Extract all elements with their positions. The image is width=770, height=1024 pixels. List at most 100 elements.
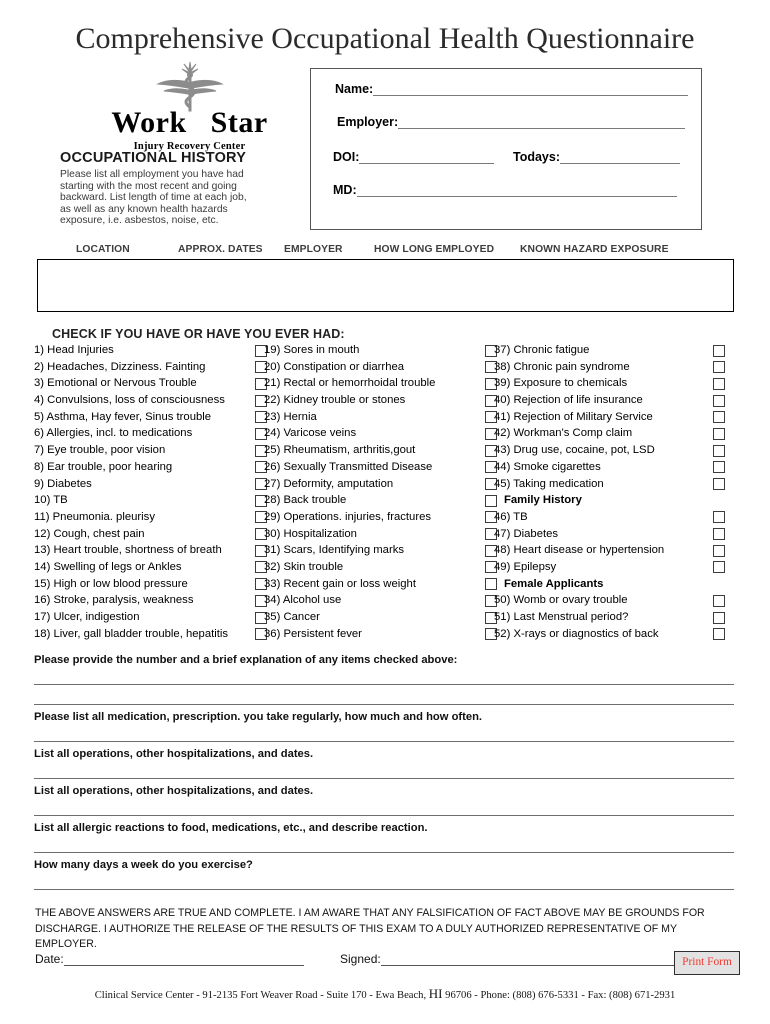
checklist-item-label: 43) Drug use, cocaine, pot, LSD bbox=[494, 444, 655, 457]
checklist-checkbox[interactable] bbox=[713, 377, 725, 390]
checklist-item-label: 29) Operations. injuries, fractures bbox=[264, 510, 432, 523]
checklist-item-label: 39) Exposure to chemicals bbox=[494, 377, 628, 390]
checklist-item-label: 33) Recent gain or loss weight bbox=[264, 577, 416, 590]
question-text: List all operations, other hospitalizati… bbox=[34, 785, 314, 797]
question-block: Please list all medication, prescription… bbox=[34, 711, 734, 742]
checklist-item: 47) Diabetes bbox=[494, 526, 736, 543]
checklist-item: 21) Rectal or hemorrhoidal trouble bbox=[264, 375, 504, 392]
name-row: Name: bbox=[335, 81, 689, 96]
checklist-item-label: 14) Swelling of legs or Ankles bbox=[34, 560, 182, 573]
name-input[interactable] bbox=[373, 81, 689, 96]
checklist-item: 39) Exposure to chemicals bbox=[494, 375, 736, 392]
checklist-checkbox[interactable] bbox=[713, 478, 725, 490]
checklist-item: 48) Heart disease or hypertension bbox=[494, 542, 736, 559]
checklist-item: 19) Sores in mouth bbox=[264, 342, 504, 359]
question-block: List all operations, other hospitalizati… bbox=[34, 785, 734, 816]
checklist-item: 38) Chronic pain syndrome bbox=[494, 359, 736, 376]
footer-contact-info: Clinical Service Center - 91-2135 Fort W… bbox=[0, 986, 770, 1002]
footer-address-before: Clinical Service Center - 91-2135 Fort W… bbox=[94, 990, 427, 1001]
checklist-item-label: 35) Cancer bbox=[264, 611, 320, 623]
checklist-item-label: 40) Rejection of life insurance bbox=[494, 394, 643, 407]
checklist-item: 51) Last Menstrual period? bbox=[494, 609, 736, 626]
answer-line[interactable] bbox=[34, 704, 734, 705]
signed-input[interactable] bbox=[380, 952, 686, 966]
checklist-item: 3) Emotional or Nervous Trouble bbox=[34, 375, 274, 392]
checklist-checkbox[interactable] bbox=[713, 344, 725, 357]
checklist-item: 8) Ear trouble, poor hearing bbox=[34, 459, 274, 476]
checklist-item-label: 15) High or low blood pressure bbox=[34, 577, 188, 590]
question-text: Please provide the number and a brief ex… bbox=[34, 654, 458, 666]
checklist-item: 50) Womb or ovary trouble bbox=[494, 592, 736, 609]
checklist-item: 6) Allergies, incl. to medications bbox=[34, 425, 274, 442]
checklist-item: 7) Eye trouble, poor vision bbox=[34, 442, 274, 459]
checklist-checkbox[interactable] bbox=[713, 544, 725, 557]
checklist-checkbox[interactable] bbox=[713, 511, 725, 524]
checklist-checkbox[interactable] bbox=[713, 361, 725, 374]
question-text: List all operations, other hospitalizati… bbox=[34, 748, 314, 760]
checklist-checkbox[interactable] bbox=[713, 394, 725, 407]
checklist-item-label: 1) Head Injuries bbox=[34, 344, 114, 356]
answer-line[interactable] bbox=[34, 684, 734, 685]
checklist-item-label: 26) Sexually Transmitted Disease bbox=[264, 460, 433, 473]
checklist-column-1: 1) Head Injuries 2) Headaches, Dizziness.… bbox=[34, 342, 274, 642]
checklist-item: 20) Constipation or diarrhea bbox=[264, 359, 504, 376]
answer-line[interactable] bbox=[34, 778, 734, 779]
checklist-item-label: 22) Kidney trouble or stones bbox=[264, 394, 406, 407]
checklist-item-label: 12) Cough, chest pain bbox=[34, 527, 145, 540]
employer-input[interactable] bbox=[398, 114, 686, 129]
checklist-item: 32) Skin trouble bbox=[264, 559, 504, 576]
answer-line[interactable] bbox=[34, 815, 734, 816]
checklist-checkbox[interactable] bbox=[713, 628, 725, 641]
checklist-item-label: 51) Last Menstrual period? bbox=[494, 611, 629, 623]
checklist-item: 42) Workman's Comp claim bbox=[494, 425, 736, 442]
checklist-item: 10) TB bbox=[34, 492, 274, 509]
occupational-history-heading: OCCUPATIONAL HISTORY bbox=[60, 150, 247, 166]
column-header-employer: EMPLOYER bbox=[284, 244, 343, 255]
checklist-checkbox[interactable] bbox=[713, 594, 725, 607]
checklist-item-label: 17) Ulcer, indigestion bbox=[34, 611, 140, 623]
checklist-checkbox[interactable] bbox=[713, 411, 725, 424]
signed-label: Signed: bbox=[340, 952, 381, 966]
checklist-item-label: Family History bbox=[504, 494, 582, 507]
checklist-item-label: 25) Rheumatism, arthritis,gout bbox=[264, 444, 416, 457]
page-title: Comprehensive Occupational Health Questi… bbox=[75, 22, 695, 55]
print-form-button[interactable]: Print Form bbox=[674, 951, 740, 975]
checklist-item-label: 16) Stroke, paralysis, weakness bbox=[34, 594, 194, 607]
answer-line[interactable] bbox=[34, 889, 734, 890]
doi-row: DOI: bbox=[333, 149, 495, 164]
checklist-checkbox[interactable] bbox=[713, 528, 725, 541]
checklist-checkbox[interactable] bbox=[713, 461, 725, 474]
checklist-checkbox[interactable] bbox=[713, 611, 725, 624]
doi-input[interactable] bbox=[359, 149, 495, 164]
checklist-checkbox[interactable] bbox=[713, 427, 725, 440]
checklist-item-label: 42) Workman's Comp claim bbox=[494, 427, 633, 440]
checklist-item-label: 27) Deformity, amputation bbox=[264, 477, 394, 490]
question-block: List all operations, other hospitalizati… bbox=[34, 748, 734, 779]
column-header-how-long-employed: HOW LONG EMPLOYED bbox=[374, 244, 495, 255]
checklist-item: 49) Epilepsy bbox=[494, 559, 736, 576]
checklist-item-label: 38) Chronic pain syndrome bbox=[494, 360, 630, 373]
employer-label: Employer: bbox=[337, 115, 399, 129]
checklist-checkbox[interactable] bbox=[713, 561, 725, 574]
answer-line[interactable] bbox=[34, 852, 734, 853]
checklist-item: 34) Alcohol use bbox=[264, 592, 504, 609]
column-header-approx-dates: APPROX. DATES bbox=[178, 244, 263, 255]
question-text: How many days a week do you exercise? bbox=[34, 859, 253, 871]
checklist-item: 11) Pneumonia. pleurisy bbox=[34, 509, 274, 526]
checklist-item-label: 4) Convulsions, loss of consciousness bbox=[34, 394, 225, 407]
today-input[interactable] bbox=[560, 149, 680, 164]
checklist-item-label: 44) Smoke cigarettes bbox=[494, 460, 601, 473]
checklist-item: 29) Operations. injuries, fractures bbox=[264, 509, 504, 526]
md-input[interactable] bbox=[356, 182, 677, 197]
questionnaire-page: Comprehensive Occupational Health Questi… bbox=[0, 0, 770, 1024]
occupational-history-table[interactable] bbox=[37, 259, 734, 312]
checklist-item: 43) Drug use, cocaine, pot, LSD bbox=[494, 442, 736, 459]
date-input[interactable] bbox=[63, 952, 304, 966]
checklist-item: 12) Cough, chest pain bbox=[34, 526, 274, 543]
checklist-checkbox[interactable] bbox=[713, 444, 725, 457]
date-row: Date: bbox=[35, 952, 304, 966]
checklist-item: 14) Swelling of legs or Ankles bbox=[34, 559, 274, 576]
checklist-item-label: 8) Ear trouble, poor hearing bbox=[34, 460, 173, 473]
answer-line[interactable] bbox=[34, 741, 734, 742]
checklist-heading: CHECK IF YOU HAVE OR HAVE YOU EVER HAD: bbox=[52, 327, 345, 341]
